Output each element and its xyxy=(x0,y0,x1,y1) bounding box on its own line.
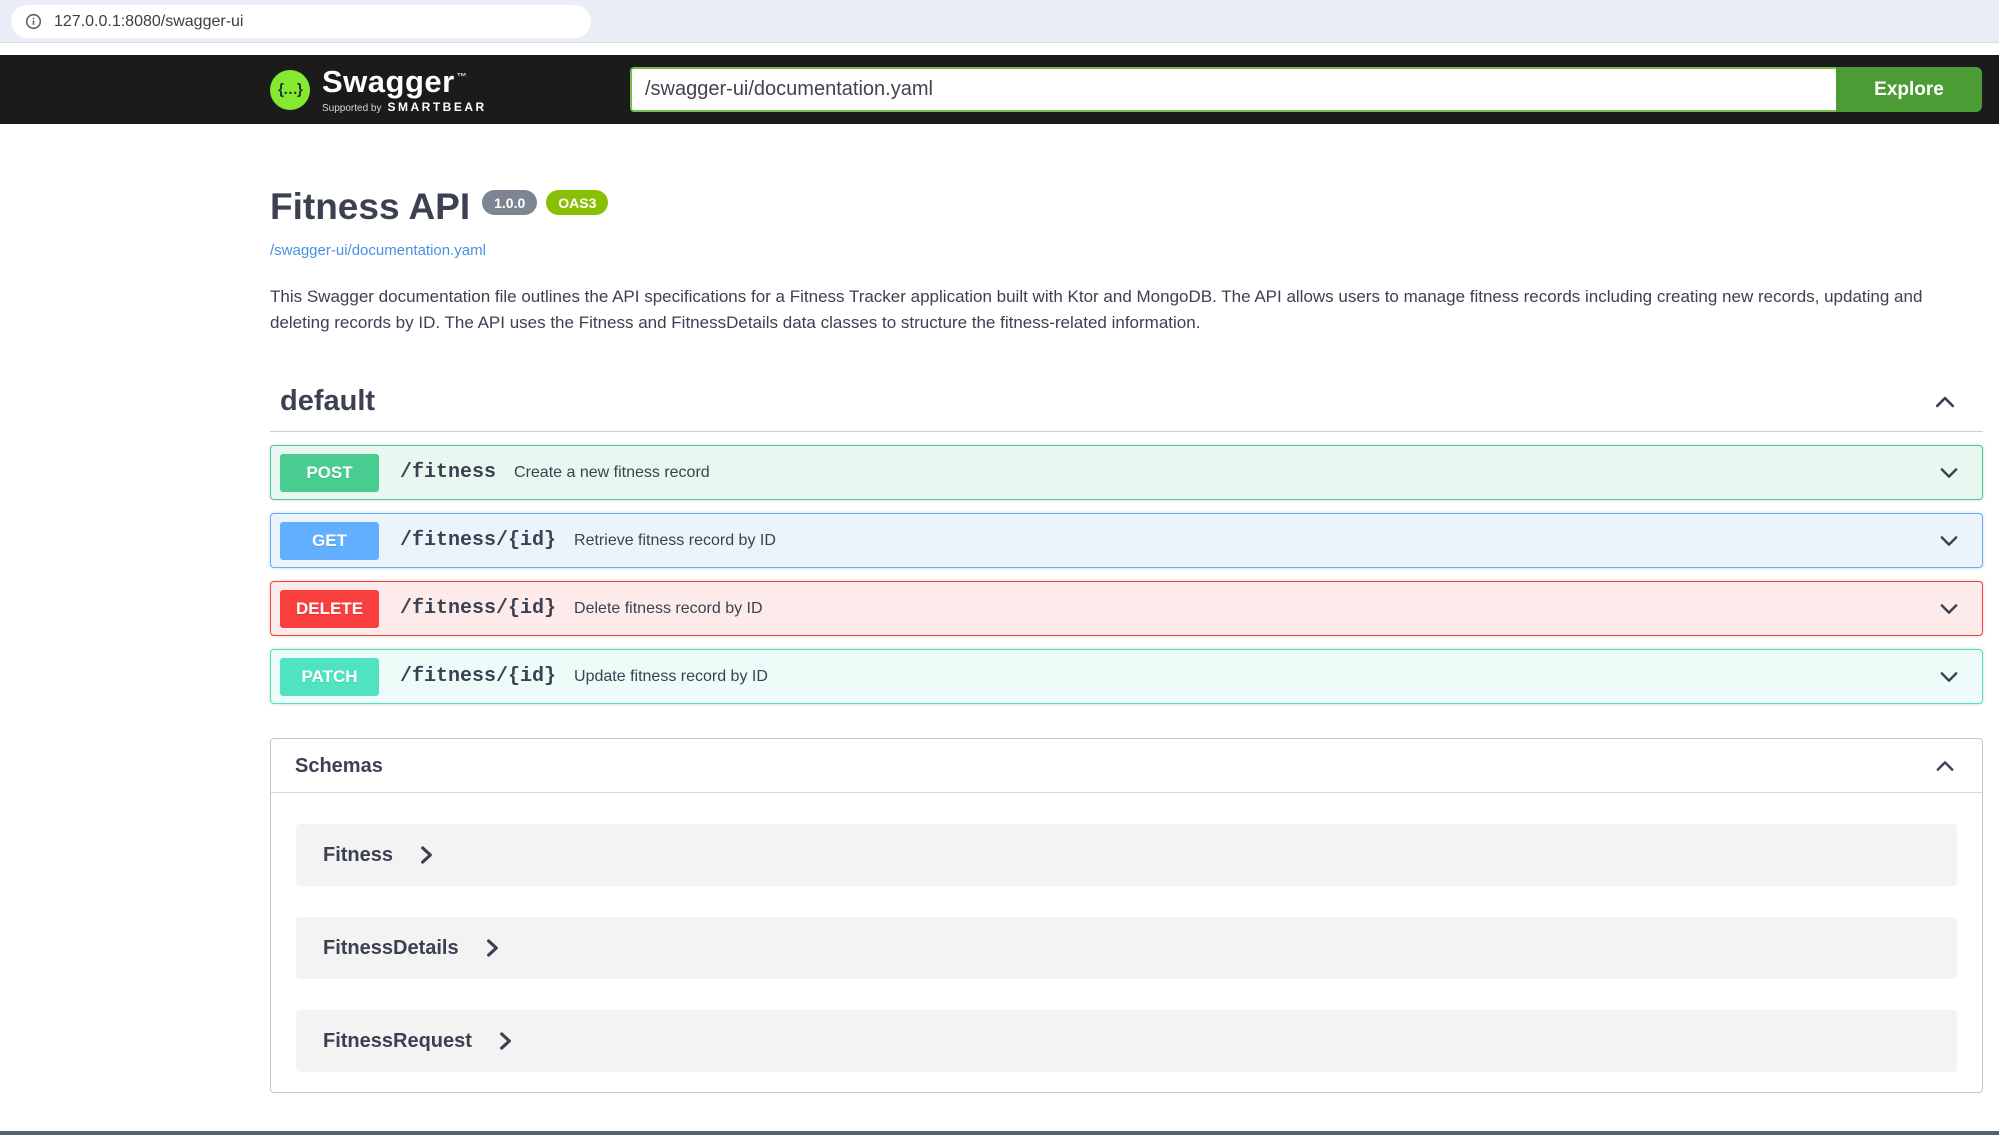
api-description: This Swagger documentation file outlines… xyxy=(270,284,1983,335)
tag-section-default: default POST /fitness Create a new fitne… xyxy=(270,385,1983,704)
op-path: /fitness/{id} xyxy=(400,529,556,552)
opblock-post-fitness[interactable]: POST /fitness Create a new fitness recor… xyxy=(270,445,1983,500)
model-name: FitnessRequest xyxy=(323,1030,472,1053)
expand-operation-icon[interactable] xyxy=(1935,665,1963,689)
api-info: Fitness API 1.0.0 OAS3 /swagger-ui/docum… xyxy=(270,124,1983,335)
swagger-topbar: {…} Swagger™ Supported by SMARTBEAR Expl… xyxy=(0,55,1999,124)
api-title: Fitness API 1.0.0 OAS3 xyxy=(270,186,1983,228)
schemas-header[interactable]: Schemas xyxy=(271,739,1982,793)
schemas-section: Schemas Fitness FitnessDetails xyxy=(270,738,1983,1093)
expand-operation-icon[interactable] xyxy=(1935,529,1963,553)
address-url: 127.0.0.1:8080/swagger-ui xyxy=(54,13,243,31)
spec-link[interactable]: /swagger-ui/documentation.yaml xyxy=(270,242,486,259)
opblock-delete-fitness-id[interactable]: DELETE /fitness/{id} Delete fitness reco… xyxy=(270,581,1983,636)
explore-button[interactable]: Explore xyxy=(1836,67,1982,112)
chevron-right-icon xyxy=(420,846,433,864)
opblock-get-fitness-id[interactable]: GET /fitness/{id} Retrieve fitness recor… xyxy=(270,513,1983,568)
info-icon[interactable] xyxy=(25,13,42,30)
swagger-logo[interactable]: {…} Swagger™ Supported by SMARTBEAR xyxy=(270,55,487,124)
op-summary: Create a new fitness record xyxy=(514,464,710,482)
spec-url-bar: Explore xyxy=(630,67,1982,112)
model-name: Fitness xyxy=(323,844,393,867)
op-path: /fitness xyxy=(400,461,496,484)
method-badge-patch: PATCH xyxy=(280,658,379,696)
swagger-wordmark: Swagger™ xyxy=(322,66,487,97)
tag-header-default[interactable]: default xyxy=(270,385,1983,432)
swagger-logo-icon: {…} xyxy=(270,70,310,110)
chevron-right-icon xyxy=(499,1032,512,1050)
version-badge: 1.0.0 xyxy=(482,190,537,215)
trademark-symbol: ™ xyxy=(457,72,468,83)
op-summary: Update fitness record by ID xyxy=(574,668,768,686)
op-path: /fitness/{id} xyxy=(400,665,556,688)
browser-address-bar: 127.0.0.1:8080/swagger-ui xyxy=(0,0,1999,43)
smartbear-tagline: Supported by SMARTBEAR xyxy=(322,100,487,114)
op-path: /fitness/{id} xyxy=(400,597,556,620)
collapse-section-icon[interactable] xyxy=(1930,389,1960,415)
chevron-right-icon xyxy=(486,939,499,957)
spec-url-input[interactable] xyxy=(630,67,1836,112)
swagger-content: Fitness API 1.0.0 OAS3 /swagger-ui/docum… xyxy=(270,124,1983,1093)
model-row-fitnessdetails[interactable]: FitnessDetails xyxy=(296,917,1957,979)
expand-operation-icon[interactable] xyxy=(1935,461,1963,485)
collapse-schemas-icon[interactable] xyxy=(1932,754,1958,778)
model-name: FitnessDetails xyxy=(323,937,459,960)
method-badge-post: POST xyxy=(280,454,379,492)
address-pill[interactable]: 127.0.0.1:8080/swagger-ui xyxy=(11,5,591,38)
op-summary: Retrieve fitness record by ID xyxy=(574,532,776,550)
method-badge-get: GET xyxy=(280,522,379,560)
op-summary: Delete fitness record by ID xyxy=(574,600,763,618)
model-row-fitness[interactable]: Fitness xyxy=(296,824,1957,886)
oas3-badge: OAS3 xyxy=(546,190,608,215)
method-badge-delete: DELETE xyxy=(280,590,379,628)
tag-title: default xyxy=(280,385,375,418)
opblock-patch-fitness-id[interactable]: PATCH /fitness/{id} Update fitness recor… xyxy=(270,649,1983,704)
expand-operation-icon[interactable] xyxy=(1935,597,1963,621)
window-bottom-edge xyxy=(0,1131,1999,1135)
schemas-title: Schemas xyxy=(295,755,383,778)
model-row-fitnessrequest[interactable]: FitnessRequest xyxy=(296,1010,1957,1072)
